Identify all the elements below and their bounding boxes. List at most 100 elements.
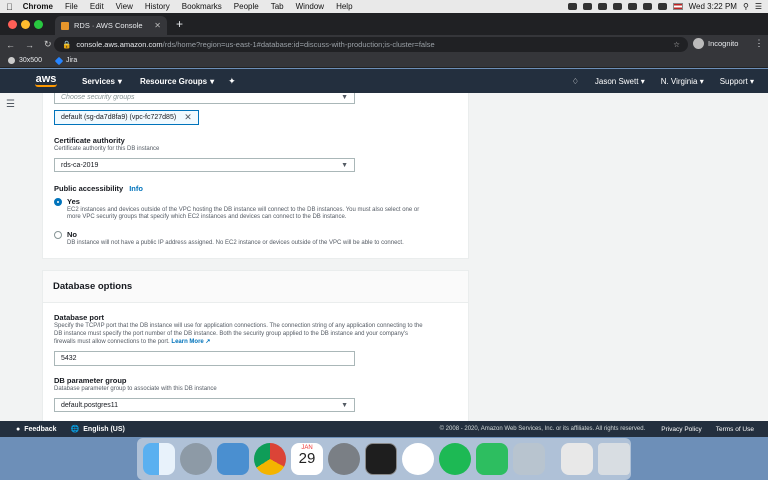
- menu-edit[interactable]: Edit: [90, 2, 104, 11]
- database-port-desc-line-2: DB instance must specify the port number…: [54, 331, 409, 337]
- back-arrow-icon[interactable]: ←: [6, 40, 15, 50]
- public-accessibility-text: Public accessibility: [54, 184, 124, 193]
- sync-icon[interactable]: [597, 3, 607, 10]
- aws-logo-text: aws: [35, 73, 57, 85]
- bookmark-star-icon[interactable]: ☆: [673, 40, 680, 49]
- battery-icon[interactable]: [657, 3, 667, 10]
- browser-tab-rds[interactable]: RDS · AWS Console ✕: [55, 16, 167, 35]
- menu-help[interactable]: Help: [336, 2, 352, 11]
- hamburger-menu-icon[interactable]: ☰: [6, 99, 15, 110]
- reload-icon[interactable]: ↻: [44, 39, 52, 50]
- incognito-indicator[interactable]: Incognito ⋮: [693, 38, 763, 49]
- external-link-icon[interactable]: ↗: [205, 339, 210, 345]
- chevron-down-icon: ▾: [210, 76, 215, 86]
- preview-icon[interactable]: [217, 443, 249, 475]
- public-yes-label[interactable]: Yes: [67, 197, 80, 206]
- bell-icon[interactable]: ♢: [572, 77, 579, 86]
- terms-of-use-link[interactable]: Terms of Use: [716, 426, 754, 433]
- browser-toolbar: ← → ↻ 🔒 console.aws.amazon.com/rds/home?…: [0, 35, 768, 54]
- menu-file[interactable]: File: [65, 2, 78, 11]
- feedback-label: Feedback: [24, 425, 57, 433]
- image-capture-icon[interactable]: [513, 443, 545, 475]
- new-tab-button[interactable]: +: [176, 17, 183, 31]
- bookmark-label: 30x500: [19, 57, 42, 64]
- security-groups-placeholder: Choose security groups: [61, 93, 135, 101]
- public-yes-radio[interactable]: [54, 198, 62, 206]
- dropbox-icon[interactable]: [567, 3, 577, 10]
- wifi-icon[interactable]: [642, 3, 652, 10]
- launchpad-icon[interactable]: [180, 443, 212, 475]
- bluetooth-icon[interactable]: [627, 3, 637, 10]
- menu-history[interactable]: History: [145, 2, 170, 11]
- minimize-window-icon[interactable]: [21, 20, 30, 29]
- input-source-flag-icon[interactable]: [672, 3, 683, 10]
- close-window-icon[interactable]: [8, 20, 17, 29]
- apple-menu-icon[interactable]: : [6, 2, 13, 12]
- menu-view[interactable]: View: [116, 2, 133, 11]
- forward-arrow-icon[interactable]: →: [25, 40, 34, 50]
- trash-icon[interactable]: [598, 443, 630, 475]
- menu-window[interactable]: Window: [296, 2, 324, 11]
- support-menu[interactable]: Support ▾: [720, 77, 754, 86]
- bookmark-30x500[interactable]: 30x500: [8, 57, 42, 64]
- database-port-label: Database port: [54, 313, 105, 322]
- database-port-input[interactable]: 5432: [54, 351, 355, 366]
- caret-down-icon: ▼: [341, 401, 348, 409]
- chrome-icon[interactable]: [254, 443, 286, 475]
- notification-center-icon[interactable]: ☰: [755, 2, 762, 11]
- public-yes-desc-line-2: more VPC security groups that specify wh…: [67, 214, 347, 220]
- system-preferences-icon[interactable]: [328, 443, 360, 475]
- account-menu[interactable]: Jason Swett ▾: [595, 77, 645, 86]
- calendar-icon[interactable]: JAN 29: [291, 443, 323, 475]
- learn-more-link[interactable]: Learn More: [171, 339, 203, 345]
- feedback-button[interactable]: ● Feedback: [16, 426, 57, 433]
- aws-logo[interactable]: aws: [32, 73, 60, 87]
- database-options-header: Database options: [43, 271, 468, 303]
- terminal-icon[interactable]: [365, 443, 397, 475]
- tab-strip: RDS · AWS Console ✕ +: [0, 13, 768, 35]
- user-name: Jason Swett: [594, 76, 639, 86]
- menu-chrome[interactable]: Chrome: [23, 2, 53, 11]
- public-accessibility-label: Public accessibility Info: [54, 184, 143, 193]
- services-menu[interactable]: Services ▾: [82, 77, 122, 86]
- db-parameter-group-select[interactable]: default.postgres11 ▼: [54, 398, 355, 412]
- public-no-desc: DB instance will not have a public IP ad…: [67, 240, 404, 246]
- bookmark-jira[interactable]: Jira: [54, 56, 77, 65]
- spotify-icon[interactable]: [439, 443, 471, 475]
- menu-people[interactable]: People: [234, 2, 259, 11]
- menu-tab[interactable]: Tab: [271, 2, 284, 11]
- evernote-icon[interactable]: [476, 443, 508, 475]
- incognito-label: Incognito: [708, 39, 739, 48]
- spotlight-search-icon[interactable]: ⚲: [743, 2, 749, 11]
- database-port-value: 5432: [61, 355, 77, 362]
- public-no-label[interactable]: No: [67, 230, 77, 239]
- zoom-window-icon[interactable]: [34, 20, 43, 29]
- remove-token-icon[interactable]: ✕: [184, 112, 192, 123]
- app-status-icon[interactable]: [582, 3, 592, 10]
- region-menu[interactable]: N. Virginia ▾: [661, 77, 704, 86]
- certificate-authority-select[interactable]: rds-ca-2019 ▼: [54, 158, 355, 172]
- jira-icon: [54, 56, 64, 65]
- chevron-down-icon: ▾: [749, 76, 754, 86]
- info-link[interactable]: Info: [129, 184, 143, 193]
- resource-groups-menu[interactable]: Resource Groups ▾: [140, 77, 214, 86]
- privacy-policy-link[interactable]: Privacy Policy: [661, 426, 701, 433]
- database-port-desc-line-1: Specify the TCP/IP port that the DB inst…: [54, 323, 423, 329]
- clock[interactable]: Wed 3:22 PM: [689, 2, 737, 11]
- slack-icon[interactable]: [402, 443, 434, 475]
- chrome-window-thumbnail-icon[interactable]: [561, 443, 593, 475]
- database-options-panel: Database options Database port Specify t…: [42, 270, 469, 421]
- menu-bookmarks[interactable]: Bookmarks: [182, 2, 222, 11]
- finder-icon[interactable]: [143, 443, 175, 475]
- security-groups-select[interactable]: Choose security groups ▼: [54, 93, 355, 104]
- speech-bubble-icon: ●: [16, 425, 21, 433]
- public-no-radio[interactable]: [54, 231, 62, 239]
- lock-icon[interactable]: 🔒: [62, 40, 71, 49]
- language-selector[interactable]: 🌐 English (US): [71, 425, 125, 434]
- pin-icon[interactable]: ✦: [228, 76, 236, 87]
- chrome-menu-icon[interactable]: ⋮: [754, 38, 763, 49]
- close-tab-icon[interactable]: ✕: [154, 21, 161, 30]
- address-bar[interactable]: 🔒 console.aws.amazon.com/rds/home?region…: [54, 37, 688, 52]
- chevron-down-icon: ▾: [699, 76, 704, 86]
- volume-icon[interactable]: [612, 3, 622, 10]
